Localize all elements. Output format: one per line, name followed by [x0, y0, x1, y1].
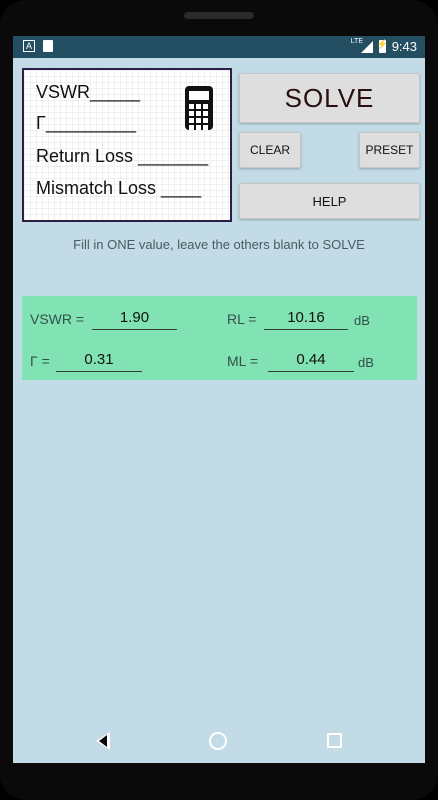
instruction-text: Fill in ONE value, leave the others blan… — [73, 237, 365, 252]
logo-line-return-loss: Return Loss _______ — [36, 146, 209, 166]
network-type: LTE — [350, 37, 364, 45]
home-icon[interactable] — [209, 732, 227, 750]
app-screen: A LTE 9:43 VSWR_____ Γ_________ Return L… — [13, 36, 425, 763]
preset-button[interactable]: PRESET — [359, 132, 420, 168]
clock: 9:43 — [391, 39, 417, 54]
help-button[interactable]: HELP — [239, 183, 420, 219]
device-bezel: A LTE 9:43 VSWR_____ Γ_________ Return L… — [0, 0, 438, 800]
signal-icon: LTE — [351, 38, 373, 53]
app-logo-card: VSWR_____ Γ_________ Return Loss _______… — [22, 68, 232, 222]
calculator-icon — [185, 86, 213, 130]
sd-card-icon — [43, 40, 53, 52]
solve-button[interactable]: SOLVE — [239, 73, 420, 123]
rl-label: RL = — [227, 311, 257, 327]
logo-line-gamma: Γ_________ — [36, 113, 137, 133]
notification-a-icon: A — [23, 40, 35, 52]
vswr-input[interactable]: 1.90 — [92, 309, 177, 330]
ml-input[interactable]: 0.44 — [268, 351, 354, 372]
system-nav-bar — [0, 709, 438, 774]
values-panel: VSWR = 1.90 RL = 10.16 dB Γ = 0.31 ML = … — [22, 296, 417, 380]
back-icon[interactable] — [96, 732, 110, 750]
gamma-input[interactable]: 0.31 — [56, 351, 142, 372]
status-bar: A LTE 9:43 — [13, 36, 425, 58]
vswr-label: VSWR = — [30, 311, 85, 327]
logo-line-vswr: VSWR_____ — [36, 82, 141, 102]
speaker-grille — [184, 12, 254, 19]
logo-line-mismatch-loss: Mismatch Loss ____ — [36, 178, 202, 198]
ml-unit: dB — [358, 355, 374, 370]
rl-unit: dB — [354, 313, 370, 328]
rl-input[interactable]: 10.16 — [264, 309, 348, 330]
recents-icon[interactable] — [327, 733, 342, 748]
battery-icon — [377, 39, 388, 53]
clear-button[interactable]: CLEAR — [239, 132, 301, 168]
gamma-label: Γ = — [30, 353, 50, 369]
ml-label: ML = — [227, 353, 258, 369]
